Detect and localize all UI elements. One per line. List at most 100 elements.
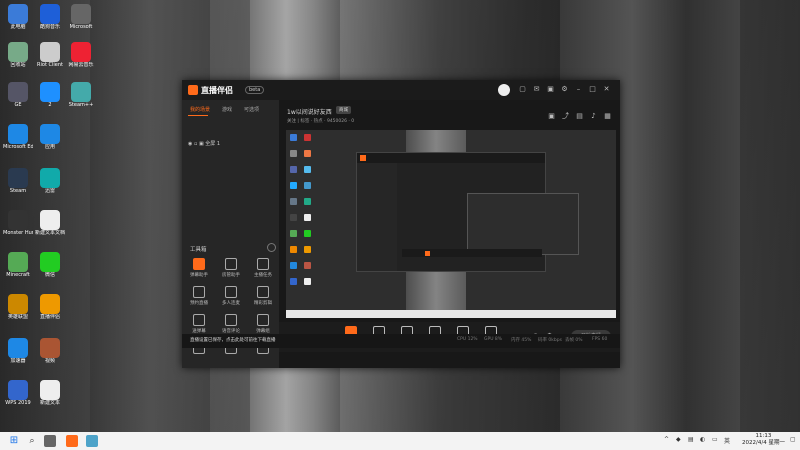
desktop-app-icon xyxy=(40,4,60,24)
eye-icon[interactable]: ◉ xyxy=(188,141,192,147)
share-icon[interactable]: ⤴ xyxy=(561,112,570,121)
tab-games[interactable]: 游戏 xyxy=(222,106,232,113)
toolbox-item[interactable]: 多人连麦 xyxy=(218,286,244,306)
status-notice[interactable]: 直播设置已保存，点击此处可前往下载直播 xyxy=(190,337,276,343)
desktop-icon[interactable]: 新建文本 xyxy=(35,380,65,406)
tab-options[interactable]: 可选项 xyxy=(244,106,259,113)
desktop-icon[interactable]: Microsoft xyxy=(66,4,96,30)
desktop-icon[interactable]: WPS 2019 xyxy=(3,380,33,406)
toolbox-item[interactable]: 主播任务 xyxy=(250,258,276,278)
live-preview[interactable] xyxy=(286,130,616,318)
tray-network-icon[interactable]: ▤ xyxy=(688,436,694,443)
status-bar: 直播设置已保存，点击此处可前往下载直播 CPU 12% GPU 8% 内存 45% 码… xyxy=(182,334,620,348)
gift-icon[interactable]: ▣ xyxy=(547,112,556,121)
desktop-icon-label: Monster Hunter Rise xyxy=(3,230,33,236)
grid-icon[interactable]: ▦ xyxy=(603,112,612,121)
tray-app-icon[interactable]: ◆ xyxy=(676,436,681,443)
app-window: 直播伴侣 beta ▢ ✉ ▣ ⚙ – □ ✕ 我的场景 游戏 可选项 ◉ ▫ … xyxy=(182,80,620,368)
desktop-icon[interactable]: 网易云音乐 xyxy=(66,42,96,68)
desktop-icon[interactable]: Monster Hunter Rise xyxy=(3,210,33,236)
tab-scenes[interactable]: 我的场景 xyxy=(190,106,210,113)
avatar[interactable] xyxy=(498,84,510,96)
desktop-icon[interactable]: Steam++ xyxy=(66,82,96,108)
desktop-icon-label: Microsoft xyxy=(69,24,93,30)
search-icon[interactable]: ⌕ xyxy=(26,435,38,447)
lock-icon[interactable]: ▫ xyxy=(194,141,197,147)
desktop-app-icon xyxy=(40,294,60,314)
taskbar-app-icon[interactable] xyxy=(66,435,78,447)
close-icon[interactable]: ✕ xyxy=(602,85,611,94)
taskbar: ⊞ ⌕ ^ ◆ ▤ ◐ ▭ 英 11:13 2022/4/4 星期一 ▢ xyxy=(0,432,800,450)
desktop-icon[interactable]: 酷狗音乐 xyxy=(35,4,65,30)
tool-icon xyxy=(225,286,237,298)
maximize-icon[interactable]: □ xyxy=(588,85,597,94)
tray-volume-icon[interactable]: ◐ xyxy=(700,436,705,443)
desktop-app-icon xyxy=(8,252,28,272)
desktop-icon[interactable]: 2 xyxy=(35,82,65,108)
toolbox-item[interactable]: 弹幕组 xyxy=(250,314,276,334)
skin-icon[interactable]: ▢ xyxy=(518,85,527,94)
shop-icon[interactable]: ▤ xyxy=(575,112,584,121)
desktop-icon[interactable]: 视频 xyxy=(35,338,65,364)
toolbox-item[interactable]: 精彩剪辑 xyxy=(250,286,276,306)
tool-icon xyxy=(193,286,205,298)
desktop-icon-label: Microsoft Edge xyxy=(3,144,33,150)
desktop-icon[interactable]: 新建文本文档 xyxy=(35,210,65,236)
task-view-icon[interactable] xyxy=(44,435,56,447)
left-panel: 我的场景 游戏 可选项 ◉ ▫ ▣ 全屏 1 工具箱 弹幕助手 房管助手 主播任务预… xyxy=(182,100,279,368)
desktop-app-icon xyxy=(40,380,60,400)
toolbox-item[interactable]: 送弹幕 xyxy=(186,314,212,334)
minimize-icon[interactable]: – xyxy=(574,85,583,94)
tool-label: 精彩剪辑 xyxy=(254,301,272,306)
desktop-icon-label: 此电脑 xyxy=(10,24,26,30)
status-stat: CPU 12% xyxy=(457,337,478,342)
room-title[interactable]: 1w以间说好友西 xyxy=(287,107,332,116)
message-icon[interactable]: ✉ xyxy=(532,85,541,94)
desktop-icon-label: 2 xyxy=(48,102,52,108)
desktop-app-icon xyxy=(40,168,60,188)
scene-item[interactable]: ◉ ▫ ▣ 全屏 1 xyxy=(188,140,220,147)
desktop-app-icon xyxy=(8,42,28,62)
preview-window xyxy=(356,152,579,272)
taskbar-app-icon[interactable] xyxy=(86,435,98,447)
status-stat: FPS 60 xyxy=(592,337,608,342)
desktop-icon[interactable]: GE xyxy=(3,82,33,108)
toolbox-more-icon[interactable] xyxy=(267,243,276,252)
beta-badge[interactable]: beta xyxy=(245,86,265,94)
desktop-icon-label: 回收站 xyxy=(10,62,26,68)
status-stat: 码率 0kbps xyxy=(538,338,562,343)
desktop-icon[interactable]: 直播伴侣 xyxy=(35,294,65,320)
clock[interactable]: 11:13 2022/4/4 星期一 xyxy=(742,433,785,447)
tray-chevron-icon[interactable]: ^ xyxy=(664,436,669,443)
desktop-icon-label: 新建文本文档 xyxy=(35,230,65,236)
desktop-app-icon xyxy=(71,4,91,24)
desktop-icon-label: 网易云音乐 xyxy=(68,62,94,68)
desktop-icon[interactable]: Steam xyxy=(3,168,33,194)
notification-icon[interactable]: ▢ xyxy=(790,436,796,443)
windows-start-icon[interactable]: ⊞ xyxy=(8,435,20,447)
desktop-app-icon xyxy=(40,42,60,62)
desktop-icon[interactable]: 应用 xyxy=(35,124,65,150)
app-title: 直播伴侣 xyxy=(201,86,233,95)
tray-battery-icon[interactable]: ▭ xyxy=(712,436,718,443)
desktop-icon[interactable]: Riot Client xyxy=(35,42,65,68)
toolbox-item[interactable]: 预约直播 xyxy=(186,286,212,306)
toolbox-item[interactable]: 语音评论 xyxy=(218,314,244,334)
bell-icon[interactable]: ♪ xyxy=(589,112,598,121)
settings-icon[interactable]: ⚙ xyxy=(560,85,569,94)
toolbox-item[interactable]: 弹幕助手 xyxy=(186,258,212,278)
desktop-icon[interactable]: Microsoft Edge xyxy=(3,124,33,150)
toolbox-item[interactable]: 房管助手 xyxy=(218,258,244,278)
room-badge[interactable]: 商城 xyxy=(336,106,351,114)
desktop-icon[interactable]: 加速器 xyxy=(3,338,33,364)
desktop-icon[interactable]: 回收站 xyxy=(3,42,33,68)
screen-icon: ▣ xyxy=(198,141,204,147)
desktop-icon[interactable]: 迅雷 xyxy=(35,168,65,194)
ime-indicator[interactable]: 英 xyxy=(724,436,730,445)
desktop-icon[interactable]: Minecraft xyxy=(3,252,33,278)
gift-icon[interactable]: ▣ xyxy=(546,85,555,94)
desktop-app-icon xyxy=(8,338,28,358)
desktop-icon[interactable]: 英雄联盟 xyxy=(3,294,33,320)
desktop-icon[interactable]: 微信 xyxy=(35,252,65,278)
desktop-icon[interactable]: 此电脑 xyxy=(3,4,33,30)
